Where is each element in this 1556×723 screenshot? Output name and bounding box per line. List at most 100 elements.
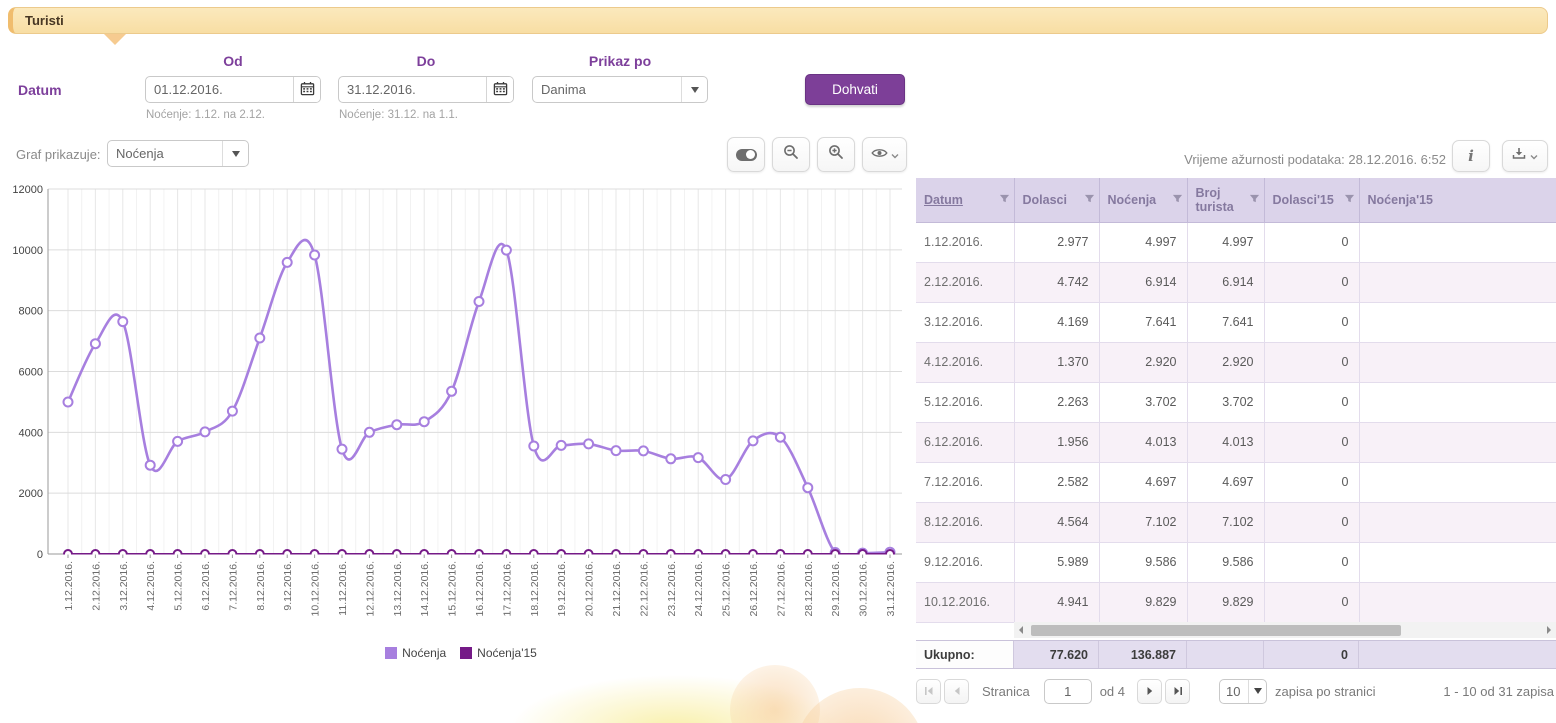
table-cell: 0: [1264, 462, 1359, 502]
svg-text:15.12.2016.: 15.12.2016.: [447, 561, 459, 616]
table-cell: 8.12.2016.: [916, 502, 1014, 542]
table-row[interactable]: 1.12.2016.2.9774.9974.9970: [916, 222, 1556, 262]
prev-page-button[interactable]: [944, 679, 969, 704]
scroll-left-icon[interactable]: [1014, 622, 1028, 638]
table-row[interactable]: 7.12.2016.2.5824.6974.6970: [916, 462, 1556, 502]
table-row[interactable]: 6.12.2016.1.9564.0134.0130: [916, 422, 1556, 462]
column-header-3[interactable]: Broj turista: [1187, 178, 1264, 222]
table-cell: 0: [1264, 382, 1359, 422]
date-to-calendar-button[interactable]: [486, 76, 513, 103]
svg-text:7.12.2016.: 7.12.2016.: [227, 561, 239, 611]
svg-text:4.12.2016.: 4.12.2016.: [145, 561, 157, 611]
table-row[interactable]: 8.12.2016.4.5647.1027.1020: [916, 502, 1556, 542]
svg-text:23.12.2016.: 23.12.2016.: [666, 561, 678, 616]
totals-label: Ukupno:: [916, 641, 1014, 668]
table-cell: 3.702: [1099, 382, 1187, 422]
info-button[interactable]: i: [1452, 140, 1490, 172]
chart-toolbar: [727, 137, 907, 172]
table-cell: 7.102: [1187, 502, 1264, 542]
svg-text:12.12.2016.: 12.12.2016.: [364, 561, 376, 616]
table-row[interactable]: 4.12.2016.1.3702.9202.9200: [916, 342, 1556, 382]
stranica-label: Stranica: [982, 684, 1030, 699]
column-header-2[interactable]: Noćenja: [1099, 178, 1187, 222]
totals-nocenja: 136.887: [1099, 641, 1187, 668]
scrollbar-thumb[interactable]: [1031, 625, 1401, 636]
table-cell: 1.370: [1014, 342, 1099, 382]
table-cell: 6.914: [1187, 262, 1264, 302]
column-header-5[interactable]: Noćenja'15: [1359, 178, 1556, 222]
totals-dolasci15: 0: [1264, 641, 1359, 668]
table-row[interactable]: 5.12.2016.2.2633.7023.7020: [916, 382, 1556, 422]
prikaz-po-header: Prikaz po: [532, 53, 708, 69]
next-page-icon: [1145, 686, 1155, 696]
graf-prikazuje-select[interactable]: Noćenja: [107, 140, 249, 167]
scrollbar-track[interactable]: [1028, 622, 1542, 638]
table-row[interactable]: 3.12.2016.4.1697.6417.6410: [916, 302, 1556, 342]
last-page-button[interactable]: [1165, 679, 1190, 704]
filter-icon[interactable]: [1172, 193, 1183, 207]
scroll-right-icon[interactable]: [1542, 622, 1556, 638]
chevron-down-icon: [681, 77, 707, 102]
table-cell: [1359, 382, 1556, 422]
svg-text:19.12.2016.: 19.12.2016.: [556, 561, 568, 616]
date-from-input[interactable]: [146, 82, 293, 97]
page-size-value: 10: [1220, 684, 1248, 699]
table-cell: 9.829: [1099, 582, 1187, 622]
page-size-select[interactable]: 10: [1219, 679, 1267, 704]
table-cell: 9.12.2016.: [916, 542, 1014, 582]
svg-text:14.12.2016.: 14.12.2016.: [419, 561, 431, 616]
table-cell: 4.013: [1099, 422, 1187, 462]
table-cell: 1.12.2016.: [916, 222, 1014, 262]
horizontal-scrollbar[interactable]: [1014, 622, 1556, 638]
table-row[interactable]: 2.12.2016.4.7426.9146.9140: [916, 262, 1556, 302]
export-button[interactable]: [1502, 140, 1548, 172]
chart-toggle-button[interactable]: [727, 137, 765, 172]
legend-item[interactable]: Noćenja: [385, 646, 446, 660]
date-from-calendar-button[interactable]: [293, 76, 320, 103]
table-row[interactable]: 9.12.2016.5.9899.5869.5860: [916, 542, 1556, 582]
filter-icon[interactable]: [1344, 193, 1355, 207]
filter-icon[interactable]: [1084, 193, 1095, 207]
first-page-button[interactable]: [916, 679, 941, 704]
table-cell: 0: [1264, 342, 1359, 382]
svg-text:28.12.2016.: 28.12.2016.: [803, 561, 815, 616]
table-cell: 0: [1264, 262, 1359, 302]
dohvati-button[interactable]: Dohvati: [805, 74, 905, 105]
filter-icon[interactable]: [1249, 193, 1260, 207]
graf-prikazuje-value: Noćenja: [108, 146, 222, 161]
date-to-input[interactable]: [339, 82, 486, 97]
first-page-icon: [924, 686, 934, 696]
turisti-tab[interactable]: Turisti: [8, 7, 1548, 34]
svg-text:5.12.2016.: 5.12.2016.: [173, 561, 185, 611]
series-visibility-button[interactable]: [862, 137, 907, 172]
zoom-in-button[interactable]: [817, 137, 855, 172]
prikaz-po-value: Danima: [533, 82, 681, 97]
line-chart-canvas[interactable]: 0200040006000800010000120001.12.2016.2.1…: [10, 182, 912, 644]
next-page-button[interactable]: [1137, 679, 1162, 704]
graf-prikazuje-label: Graf prikazuje:: [16, 147, 101, 162]
svg-text:20.12.2016.: 20.12.2016.: [584, 561, 596, 616]
column-header-0[interactable]: Datum: [916, 178, 1014, 222]
table-cell: 2.920: [1099, 342, 1187, 382]
page-number-input[interactable]: [1044, 679, 1092, 704]
table-cell: [1359, 222, 1556, 262]
svg-text:1.12.2016.: 1.12.2016.: [63, 561, 75, 611]
table-cell: 2.263: [1014, 382, 1099, 422]
svg-text:17.12.2016.: 17.12.2016.: [501, 561, 513, 616]
filter-icon[interactable]: [999, 193, 1010, 207]
chart[interactable]: 0200040006000800010000120001.12.2016.2.1…: [10, 182, 912, 674]
prikaz-po-select[interactable]: Danima: [532, 76, 708, 103]
column-header-4[interactable]: Dolasci'15: [1264, 178, 1359, 222]
column-header-1[interactable]: Dolasci: [1014, 178, 1099, 222]
svg-text:10.12.2016.: 10.12.2016.: [310, 561, 322, 616]
table-cell: [1359, 462, 1556, 502]
table-cell: [1359, 262, 1556, 302]
data-table-panel: DatumDolasciNoćenjaBroj turistaDolasci'1…: [916, 178, 1556, 673]
svg-text:22.12.2016.: 22.12.2016.: [638, 561, 650, 616]
data-table: DatumDolasciNoćenjaBroj turistaDolasci'1…: [916, 178, 1556, 623]
table-row[interactable]: 10.12.2016.4.9419.8299.8290: [916, 582, 1556, 622]
zoom-out-button[interactable]: [772, 137, 810, 172]
table-cell: 7.102: [1099, 502, 1187, 542]
legend-item[interactable]: Noćenja'15: [460, 646, 537, 660]
legend-swatch-icon: [460, 647, 472, 659]
